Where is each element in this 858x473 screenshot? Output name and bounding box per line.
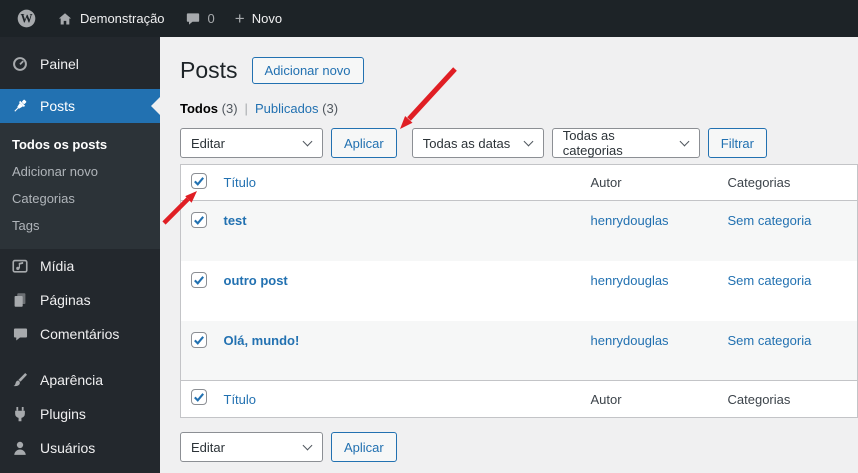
wordpress-menu[interactable]: W: [6, 0, 47, 37]
view-published-count: (3): [322, 101, 339, 116]
media-icon: [10, 256, 30, 276]
tablenav-top: Editar Aplicar Todas as datas Todas as c…: [180, 128, 858, 158]
tablenav-bottom: Editar Aplicar: [180, 432, 858, 462]
date-filter-value: Todas as datas: [422, 135, 511, 151]
dashboard-icon: [10, 54, 30, 74]
sidebar-item-label: Usuários: [40, 440, 96, 456]
home-icon: [57, 11, 73, 27]
sidebar-item-label: Aparência: [40, 372, 104, 388]
posts-submenu: Todos os posts Adicionar novo Categorias…: [0, 123, 160, 249]
sidebar-item-dashboard[interactable]: Painel: [0, 47, 160, 81]
comments-icon: [10, 324, 30, 344]
table-row: Olá, mundo! henrydouglas Sem categoria: [180, 320, 858, 381]
column-footer-author: Autor: [580, 380, 718, 418]
sidebar-item-appearance[interactable]: Aparência: [0, 363, 160, 397]
site-name-menu[interactable]: Demonstração: [47, 0, 175, 37]
column-footer-title[interactable]: Título: [224, 392, 257, 407]
bulk-action-value: Editar: [191, 439, 225, 455]
category-filter-value: Todas as categorias: [562, 128, 623, 158]
submenu-item-tags[interactable]: Tags: [0, 212, 160, 239]
sidebar-item-label: Páginas: [40, 292, 91, 308]
chevron-down-icon: [302, 440, 313, 451]
sidebar-item-plugins[interactable]: Plugins: [0, 397, 160, 431]
comment-bubble-icon: [185, 11, 201, 27]
sidebar-item-users[interactable]: Usuários: [0, 431, 160, 465]
row-checkbox[interactable]: [191, 271, 207, 288]
sidebar-item-label: Plugins: [40, 406, 86, 422]
sidebar-item-label: Mídia: [40, 258, 75, 274]
sidebar-item-media[interactable]: Mídia: [0, 249, 160, 283]
page-title: Posts: [180, 57, 238, 83]
chevron-down-icon: [679, 136, 690, 147]
sidebar-item-comments[interactable]: Comentários: [0, 317, 160, 351]
select-all-checkbox[interactable]: [191, 173, 207, 189]
pushpin-icon: [10, 96, 30, 116]
sidebar-item-pages[interactable]: Páginas: [0, 283, 160, 317]
posts-table: Título Autor Categorias test henrydougla…: [180, 164, 858, 418]
bulk-action-select[interactable]: Editar: [180, 128, 323, 158]
admin-bar: W Demonstração 0 + Novo: [0, 0, 858, 37]
comments-menu[interactable]: 0: [175, 0, 225, 37]
plus-icon: +: [234, 9, 245, 28]
views-filter-links: Todos (3) | Publicados (3): [180, 101, 858, 116]
category-filter-select[interactable]: Todas as categorias: [551, 128, 700, 158]
select-all-checkbox-bottom[interactable]: [191, 389, 207, 405]
column-header-author: Autor: [580, 164, 718, 201]
sidebar-item-label: Painel: [40, 56, 79, 72]
submenu-item-add-new[interactable]: Adicionar novo: [0, 158, 160, 185]
table-footer-row: Título Autor Categorias: [180, 380, 858, 418]
view-all-label: Todos: [180, 101, 219, 116]
pages-icon: [10, 290, 30, 310]
view-all-count: (3): [221, 101, 238, 116]
filter-button[interactable]: Filtrar: [707, 128, 767, 158]
column-header-categories: Categorias: [717, 164, 858, 201]
table-header-row: Título Autor Categorias: [180, 164, 858, 201]
sidebar-item-label: Posts: [40, 98, 76, 114]
posts-list-page: Posts Adicionar novo Todos (3) | Publicado…: [160, 37, 858, 473]
column-footer-categories: Categorias: [717, 380, 858, 418]
add-new-post-button[interactable]: Adicionar novo: [251, 57, 364, 84]
new-content-menu[interactable]: + Novo: [225, 0, 292, 37]
chevron-down-icon: [523, 136, 534, 147]
svg-text:W: W: [20, 11, 32, 25]
plugin-icon: [10, 404, 30, 424]
wordpress-logo-icon: W: [16, 8, 37, 29]
sidebar-separator: [0, 351, 160, 363]
post-category-link[interactable]: Sem categoria: [728, 213, 812, 228]
submenu-item-categories[interactable]: Categorias: [0, 185, 160, 212]
post-author-link[interactable]: henrydouglas: [591, 273, 669, 288]
sidebar-item-posts[interactable]: Posts: [0, 89, 160, 123]
appearance-brush-icon: [10, 370, 30, 390]
admin-sidebar: Painel Posts Todos os posts Adicionar no…: [0, 37, 160, 473]
post-category-link[interactable]: Sem categoria: [728, 333, 812, 348]
table-row: outro post henrydouglas Sem categoria: [181, 261, 858, 321]
users-icon: [10, 438, 30, 458]
views-separator: |: [244, 101, 248, 116]
column-header-title[interactable]: Título: [224, 175, 257, 190]
bulk-action-select-bottom[interactable]: Editar: [180, 432, 323, 462]
date-filter-select[interactable]: Todas as datas: [411, 128, 544, 158]
view-published-label: Publicados: [254, 101, 319, 116]
view-published-link[interactable]: Publicados (3): [255, 101, 338, 116]
apply-button[interactable]: Aplicar: [331, 128, 397, 158]
table-row: test henrydouglas Sem categoria: [180, 200, 858, 261]
post-category-link[interactable]: Sem categoria: [728, 273, 812, 288]
post-title-link[interactable]: outro post: [224, 273, 288, 288]
row-checkbox[interactable]: [191, 212, 207, 228]
post-title-link[interactable]: test: [224, 213, 247, 228]
new-label: Novo: [251, 11, 283, 26]
apply-button-bottom[interactable]: Aplicar: [331, 432, 397, 462]
post-title-link[interactable]: Olá, mundo!: [224, 333, 300, 348]
site-name: Demonstração: [80, 11, 165, 26]
sidebar-item-label: Comentários: [40, 326, 120, 342]
post-author-link[interactable]: henrydouglas: [591, 213, 669, 228]
post-author-link[interactable]: henrydouglas: [591, 333, 669, 348]
comments-count: 0: [207, 11, 215, 26]
submenu-item-all-posts[interactable]: Todos os posts: [0, 131, 160, 158]
bulk-action-value: Editar: [191, 135, 225, 151]
row-checkbox[interactable]: [191, 331, 207, 348]
chevron-down-icon: [302, 136, 313, 147]
view-all-link[interactable]: Todos (3): [180, 101, 238, 116]
